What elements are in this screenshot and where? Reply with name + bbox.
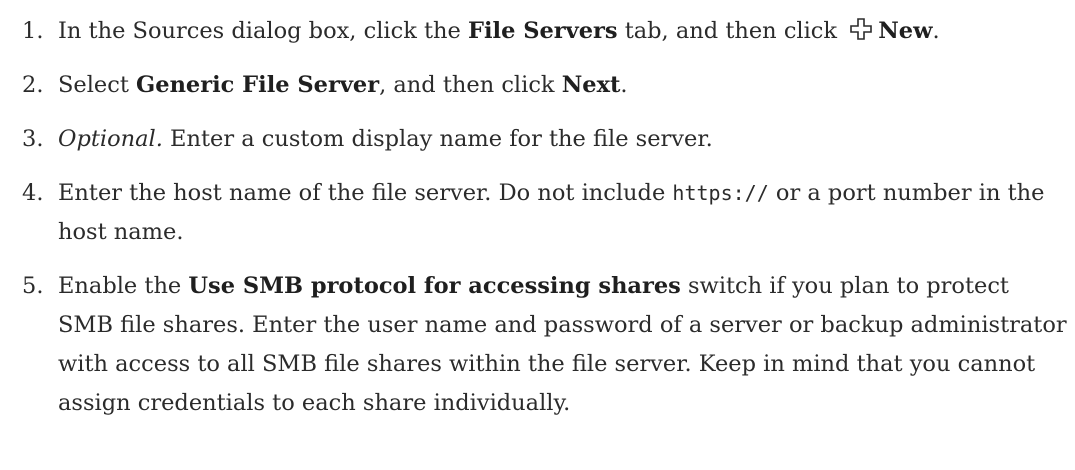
step-text: In the Sources dialog box, click the [58, 18, 468, 44]
step-text: tab, and then click [617, 18, 845, 44]
code-https: https:// [672, 181, 769, 205]
new-button-label: New [878, 18, 933, 44]
plus-icon [850, 18, 873, 40]
step-1: 1. In the Sources dialog box, click the … [0, 0, 1075, 51]
step-text: . [932, 18, 940, 44]
step-text: . [620, 72, 628, 98]
step-text: , and then click [379, 72, 562, 98]
step-text: Enter a custom display name for the file… [162, 126, 713, 152]
step-4: 4. Enter the host name of the file serve… [0, 174, 1075, 252]
step-number: 5. [22, 273, 44, 299]
step-text: Select [58, 72, 137, 98]
step-number: 1. [22, 18, 44, 44]
step-5: 5. Enable the Use SMB protocol for acces… [0, 267, 1075, 423]
file-servers-tab-label: File Servers [468, 18, 618, 44]
next-button-label: Next [561, 72, 621, 98]
step-text: Enable the [58, 273, 189, 299]
step-2: 2. Select Generic File Server, and then … [0, 66, 1075, 105]
step-number: 3. [22, 126, 44, 152]
step-number: 2. [22, 72, 44, 98]
step-3: 3. Optional. Enter a custom display name… [0, 120, 1075, 159]
procedure-steps: 1. In the Sources dialog box, click the … [0, 0, 1075, 423]
step-number: 4. [22, 180, 44, 206]
generic-file-server-label: Generic File Server [136, 72, 380, 98]
step-text: Enter the host name of the file server. … [58, 180, 673, 206]
smb-switch-label: Use SMB protocol for accessing shares [188, 273, 681, 299]
optional-label: Optional. [58, 126, 163, 152]
